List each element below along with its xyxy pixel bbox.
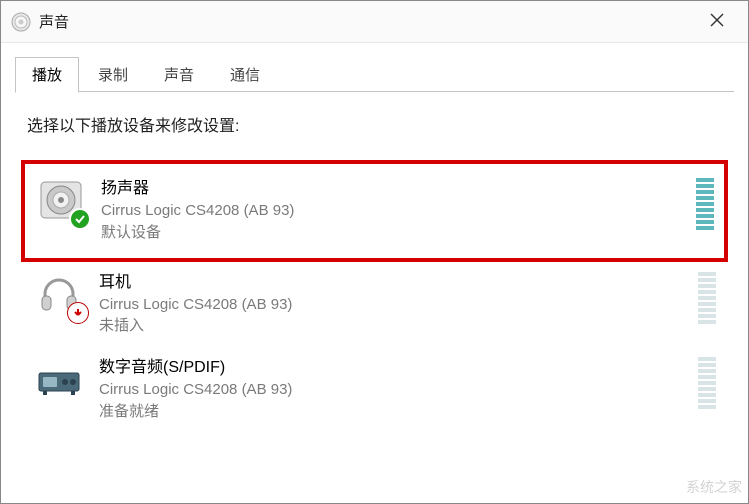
level-meter (696, 178, 714, 230)
speaker-icon (35, 174, 87, 226)
device-name: 数字音频(S/PDIF) (99, 353, 698, 377)
tab-label: 声音 (164, 67, 194, 84)
close-button[interactable] (694, 1, 740, 42)
device-driver: Cirrus Logic CS4208 (AB 93) (99, 379, 698, 401)
device-item-spdif[interactable]: 数字音频(S/PDIF) Cirrus Logic CS4208 (AB 93)… (27, 347, 722, 433)
device-name: 扬声器 (101, 174, 696, 198)
tab-communication[interactable]: 通信 (213, 57, 277, 92)
receiver-icon (33, 353, 85, 405)
instruction-text: 选择以下播放设备来修改设置: (27, 112, 722, 136)
device-item-headphones[interactable]: 耳机 Cirrus Logic CS4208 (AB 93) 未插入 (27, 262, 722, 348)
device-text: 耳机 Cirrus Logic CS4208 (AB 93) 未插入 (99, 268, 698, 338)
close-icon (710, 11, 724, 32)
device-status: 准备就绪 (99, 401, 698, 423)
device-text: 扬声器 Cirrus Logic CS4208 (AB 93) 默认设备 (101, 174, 696, 244)
headphones-icon (33, 268, 85, 320)
device-list: 扬声器 Cirrus Logic CS4208 (AB 93) 默认设备 (27, 160, 722, 433)
tab-label: 录制 (98, 67, 128, 84)
level-meter (698, 272, 716, 324)
device-item-speaker[interactable]: 扬声器 Cirrus Logic CS4208 (AB 93) 默认设备 (21, 160, 728, 262)
device-driver: Cirrus Logic CS4208 (AB 93) (101, 200, 696, 222)
tab-content: 选择以下播放设备来修改设置: 扬声器 Cirrus Logic C (1, 92, 748, 443)
default-check-badge (69, 208, 91, 230)
device-status: 默认设备 (101, 222, 696, 244)
window-title: 声音 (39, 11, 69, 32)
tab-label: 播放 (32, 67, 62, 84)
title-bar: 声音 (1, 1, 748, 43)
tab-sounds[interactable]: 声音 (147, 57, 211, 92)
tab-label: 通信 (230, 67, 260, 84)
tab-row: 播放 录制 声音 通信 (1, 57, 748, 92)
device-text: 数字音频(S/PDIF) Cirrus Logic CS4208 (AB 93)… (99, 353, 698, 423)
device-name: 耳机 (99, 268, 698, 292)
tab-playback[interactable]: 播放 (15, 57, 79, 93)
unplugged-badge (67, 302, 89, 324)
watermark: 系统之家 (686, 477, 742, 497)
level-meter (698, 357, 716, 409)
tab-record[interactable]: 录制 (81, 57, 145, 92)
sound-app-icon (11, 12, 31, 32)
device-driver: Cirrus Logic CS4208 (AB 93) (99, 294, 698, 316)
device-status: 未插入 (99, 315, 698, 337)
